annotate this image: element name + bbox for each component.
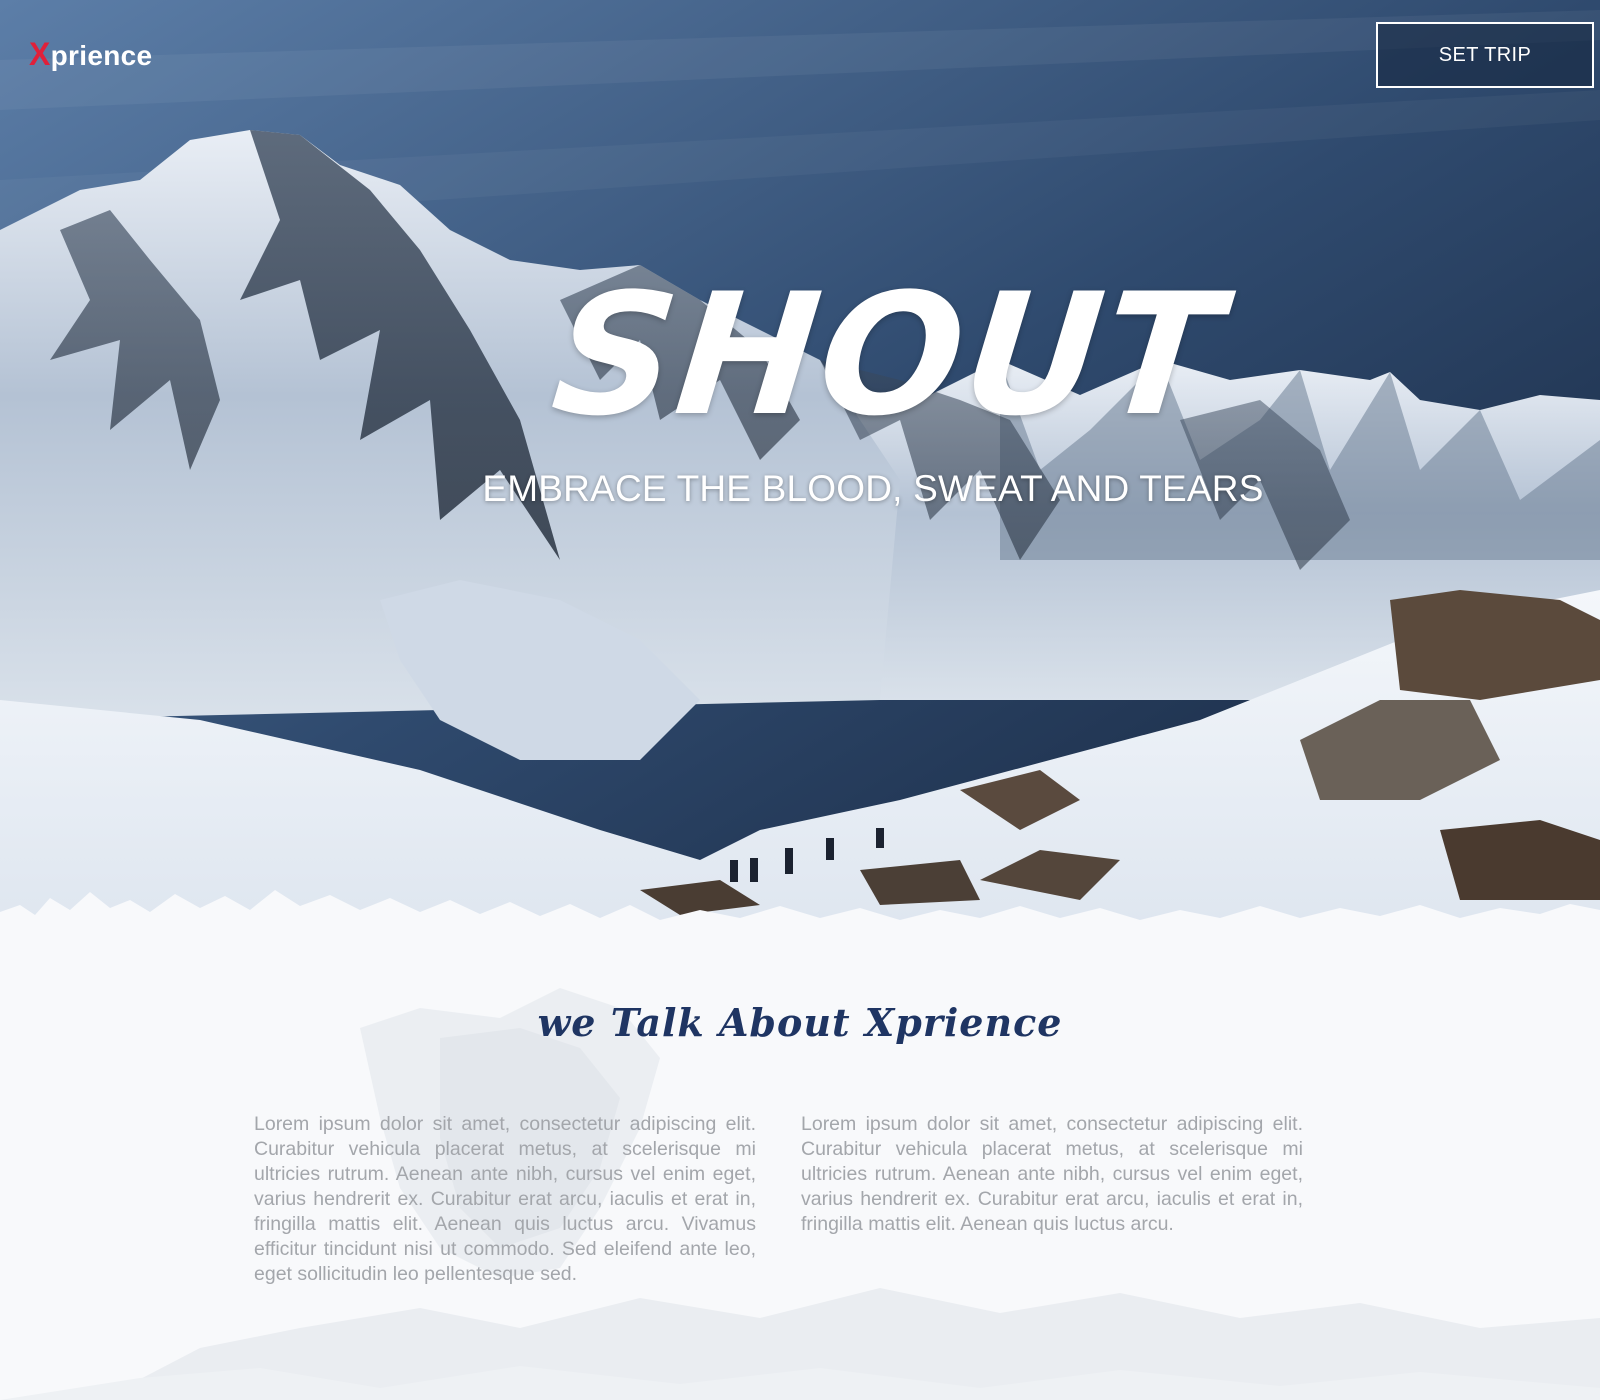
about-title: we Talk About Xprience: [537, 1000, 1063, 1045]
set-trip-button[interactable]: SET TRIP: [1376, 22, 1594, 88]
hero-title: SHOUT: [544, 257, 1231, 453]
logo-initial: X: [29, 36, 51, 72]
about-section: we Talk About Xprience Lorem ipsum dolor…: [0, 948, 1600, 1400]
hero-tagline: EMBRACE THE BLOOD, SWEAT AND TEARS: [482, 468, 1264, 509]
logo[interactable]: Xprience: [29, 36, 152, 73]
logo-text: prience: [50, 40, 153, 71]
about-paragraph-left: Lorem ipsum dolor sit amet, consectetur …: [254, 1113, 756, 1285]
hero-section: Xprience SET TRIP SHOUT EMBRACE THE BLOO…: [0, 0, 1600, 948]
about-paragraph-right: Lorem ipsum dolor sit amet, consectetur …: [801, 1113, 1303, 1235]
